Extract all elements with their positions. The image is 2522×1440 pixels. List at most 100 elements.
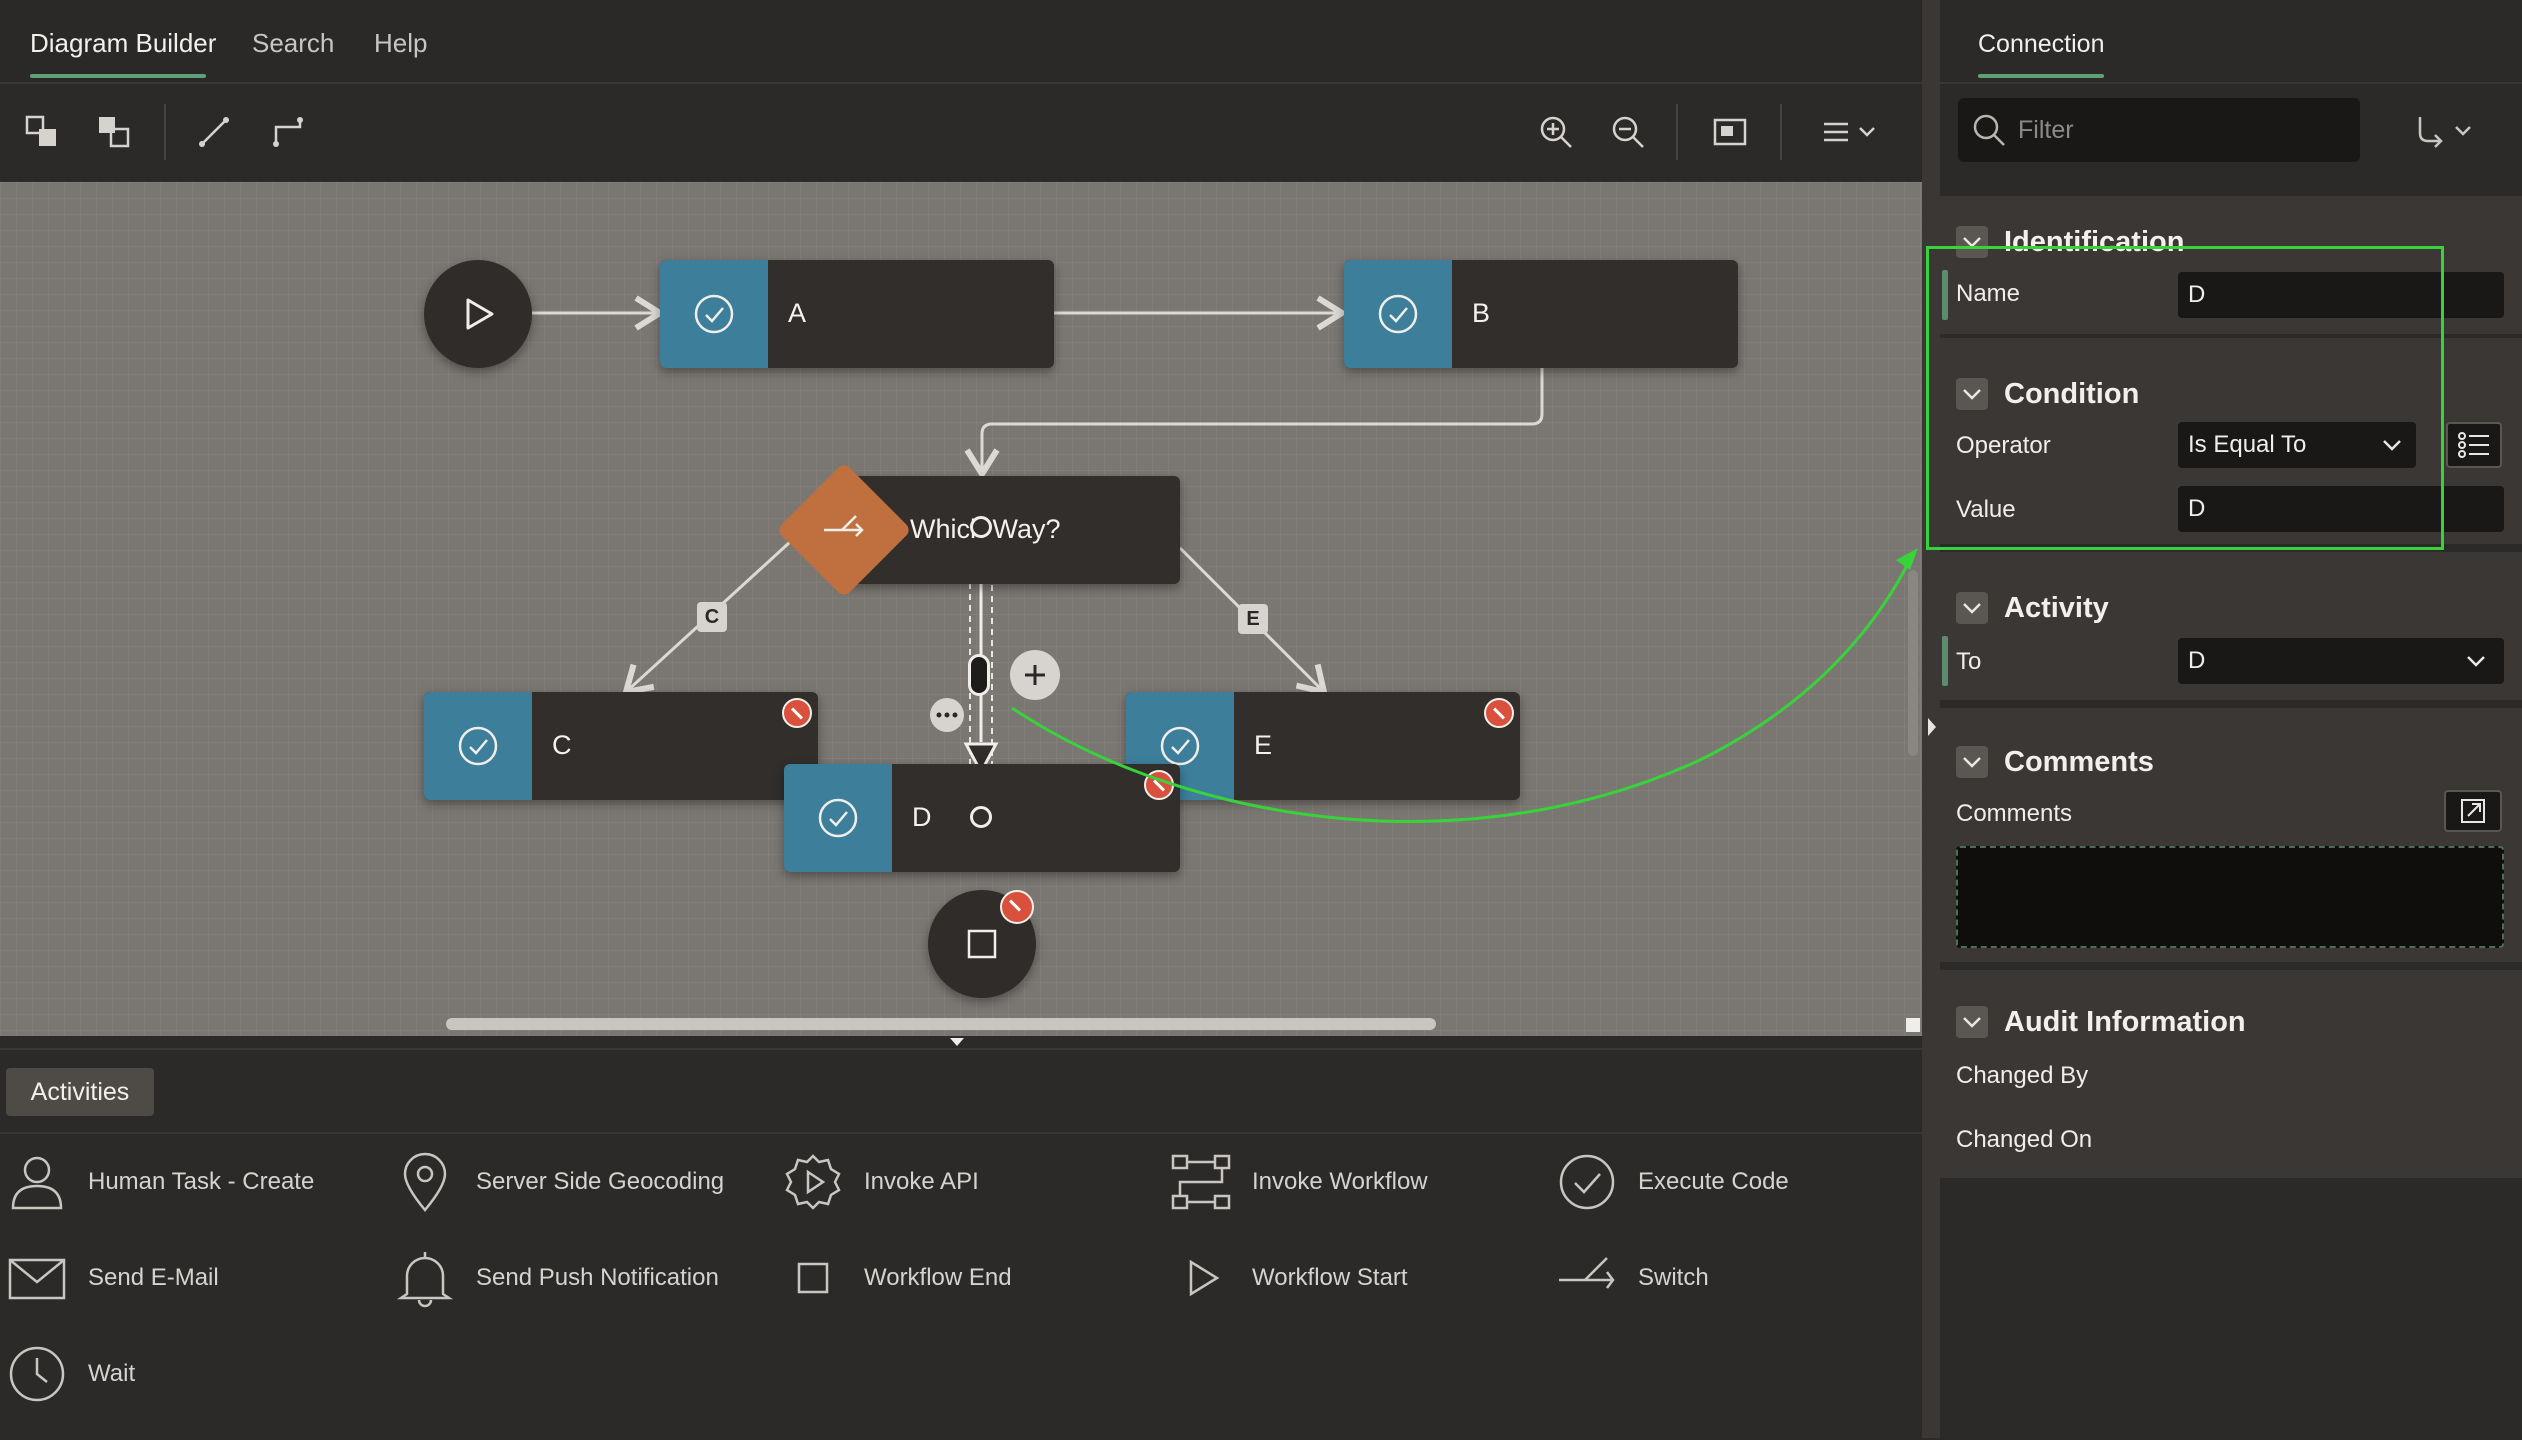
- activity-invoke-workflow[interactable]: Invoke Workflow: [1170, 1152, 1428, 1212]
- expand-editor-button[interactable]: [2444, 790, 2502, 832]
- property-editor-header: Connection: [1940, 0, 2522, 84]
- tab-activities[interactable]: Activities: [6, 1068, 154, 1116]
- bring-to-front-icon[interactable]: [20, 110, 64, 154]
- check-circle-icon: [1378, 294, 1418, 334]
- activity-invoke-api[interactable]: Invoke API: [782, 1152, 979, 1212]
- comments-textarea[interactable]: [1956, 846, 2504, 948]
- toolbar-divider: [1676, 104, 1678, 160]
- error-badge[interactable]: [1000, 890, 1034, 924]
- activity-node-c[interactable]: C: [424, 692, 818, 800]
- activity-workflow-start[interactable]: Workflow Start: [1170, 1248, 1408, 1308]
- to-label: To: [1956, 648, 1982, 675]
- search-icon: [1973, 114, 2005, 146]
- activity-switch[interactable]: Switch: [1556, 1248, 1709, 1308]
- check-circle-icon: [458, 726, 498, 766]
- section-title: Comments: [2004, 745, 2154, 778]
- elbow-connector-icon[interactable]: [266, 110, 310, 154]
- activity-label: Invoke API: [864, 1168, 979, 1195]
- activity-wait[interactable]: Wait: [6, 1344, 135, 1404]
- edge-label-c[interactable]: C: [697, 602, 727, 632]
- activity-server-side-geocoding[interactable]: Server Side Geocoding: [394, 1152, 724, 1212]
- filter-box[interactable]: [1958, 98, 2360, 162]
- filter-input[interactable]: [2016, 114, 2320, 146]
- workflow-icon: [1171, 1154, 1231, 1210]
- error-badge[interactable]: [782, 698, 812, 728]
- activity-send-push-notification[interactable]: Send Push Notification: [394, 1248, 719, 1308]
- section-header[interactable]: Activity: [1956, 588, 2109, 628]
- activity-label: Workflow Start: [1252, 1264, 1408, 1291]
- tab-connection[interactable]: Connection: [1978, 30, 2104, 59]
- horizontal-scrollbar[interactable]: [446, 1018, 1436, 1030]
- tab-search[interactable]: Search: [252, 28, 334, 59]
- toolbar-divider: [1780, 104, 1782, 160]
- collapse-panel-icon[interactable]: [948, 1036, 966, 1048]
- expand-right-icon[interactable]: [1926, 716, 1938, 738]
- active-tab-indicator: [30, 74, 206, 78]
- list-icon: [2458, 432, 2489, 458]
- required-indicator: [1942, 636, 1948, 686]
- activity-label: Invoke Workflow: [1252, 1168, 1428, 1195]
- goto-icon: [2418, 117, 2471, 148]
- toolbar-divider: [164, 104, 166, 160]
- list-of-values-button[interactable]: [2446, 422, 2502, 468]
- more-options-button[interactable]: [930, 698, 964, 732]
- plus-icon: [1025, 665, 1045, 685]
- connection-drag-handle[interactable]: [968, 654, 990, 696]
- envelope-icon: [8, 1258, 66, 1300]
- tab-help[interactable]: Help: [374, 28, 427, 59]
- to-select[interactable]: D: [2178, 638, 2504, 684]
- activity-node-b[interactable]: B: [1344, 260, 1738, 368]
- connection-b-switch[interactable]: [964, 368, 1544, 480]
- view-menu-icon[interactable]: [1818, 110, 1888, 154]
- vertical-scrollbar-thumb[interactable]: [1908, 570, 1918, 756]
- activity-label: Send E-Mail: [88, 1264, 219, 1291]
- chevron-down-icon[interactable]: [1956, 1006, 1988, 1038]
- chevron-down-icon[interactable]: [1956, 746, 1988, 778]
- fit-to-screen-icon[interactable]: [1708, 110, 1752, 154]
- edge-label-e[interactable]: E: [1238, 604, 1268, 634]
- zoom-out-icon[interactable]: [1606, 110, 1650, 154]
- section-activity: Activity To D: [1940, 552, 2522, 700]
- section-header[interactable]: Comments: [1956, 742, 2154, 782]
- activity-node-e[interactable]: E: [1126, 692, 1520, 800]
- node-label: D: [912, 802, 932, 832]
- activity-label: Execute Code: [1638, 1168, 1789, 1195]
- zoom-in-icon[interactable]: [1534, 110, 1578, 154]
- check-circle-icon: [694, 294, 734, 334]
- property-editor-panel: Connection Identification Name D Conditi…: [1940, 0, 2522, 1438]
- annotation-highlight-box: [1926, 246, 2444, 550]
- person-icon: [11, 1156, 63, 1210]
- straight-connector-icon[interactable]: [192, 110, 236, 154]
- panel-divider: [0, 1132, 1922, 1134]
- navigate-menu-button[interactable]: [2410, 110, 2490, 152]
- resize-corner[interactable]: [1906, 1018, 1920, 1032]
- send-to-back-icon[interactable]: [92, 110, 136, 154]
- node-label: C: [552, 730, 572, 760]
- tab-diagram-builder[interactable]: Diagram Builder: [30, 28, 216, 59]
- check-circle-icon: [1559, 1154, 1615, 1210]
- activity-execute-code[interactable]: Execute Code: [1556, 1152, 1789, 1212]
- activity-node-a[interactable]: A: [660, 260, 1054, 368]
- clock-icon: [9, 1346, 65, 1402]
- activity-workflow-end[interactable]: Workflow End: [782, 1248, 1012, 1308]
- chevron-down-icon: [2467, 656, 2485, 667]
- section-title: Audit Information: [2004, 1005, 2246, 1038]
- active-tab-indicator: [1978, 74, 2104, 78]
- chevron-down-icon[interactable]: [1956, 592, 1988, 624]
- square-icon: [797, 1262, 829, 1294]
- connection-source-handle[interactable]: [970, 516, 992, 538]
- activity-send-email[interactable]: Send E-Mail: [6, 1248, 219, 1308]
- top-tab-bar: Diagram Builder Search Help: [0, 0, 1922, 84]
- connection-target-handle[interactable]: [970, 806, 992, 828]
- section-title: Activity: [2004, 591, 2109, 624]
- section-header[interactable]: Audit Information: [1956, 1002, 2246, 1042]
- error-badge[interactable]: [1484, 698, 1514, 728]
- workflow-start-node[interactable]: [424, 260, 532, 368]
- node-label: E: [1254, 730, 1273, 760]
- activity-human-task-create[interactable]: Human Task - Create: [6, 1152, 314, 1212]
- activity-label: Server Side Geocoding: [476, 1168, 725, 1195]
- error-badge[interactable]: [1144, 770, 1174, 800]
- activity-label: Wait: [88, 1360, 136, 1387]
- diagram-canvas[interactable]: A B Which Way? C E C E D: [0, 182, 1922, 1036]
- add-activity-button[interactable]: [1010, 650, 1060, 700]
